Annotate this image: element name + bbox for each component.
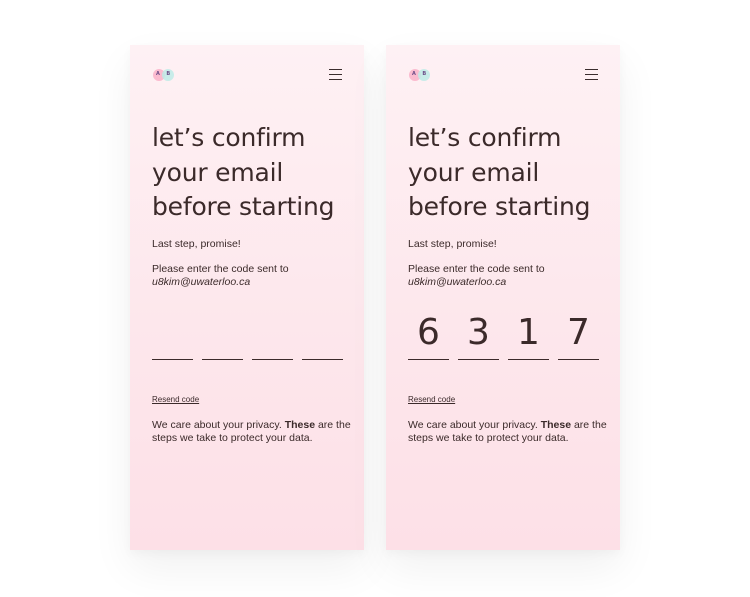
menu-bar-top — [329, 69, 342, 71]
code-instruction: Please enter the code sent to u8kim@uwat… — [408, 263, 545, 288]
subtitle: Last step, promise! — [152, 238, 241, 250]
email-address: u8kim@uwaterloo.ca — [408, 275, 507, 288]
title-line: before starting — [152, 192, 335, 221]
resend-code-link[interactable]: Resend code — [152, 395, 199, 404]
code-digit-2[interactable] — [202, 310, 243, 360]
menu-bar-bottom — [585, 79, 598, 81]
brand-logo[interactable]: A B — [409, 69, 431, 81]
page-title: let’s confirm your email before starting — [152, 121, 352, 225]
resend-code-link[interactable]: Resend code — [408, 395, 455, 404]
verify-email-screen-empty: A B let’s confirm your email before star… — [130, 45, 364, 550]
hamburger-icon[interactable] — [585, 69, 598, 81]
menu-bar-middle — [585, 74, 598, 76]
code-instruction: Please enter the code sent to u8kim@uwat… — [152, 263, 289, 288]
code-digit-3[interactable] — [252, 310, 293, 360]
canvas: A B let’s confirm your email before star… — [0, 0, 750, 597]
title-line: let’s confirm — [152, 123, 306, 152]
verification-code-input: 6 3 1 7 — [408, 310, 599, 360]
privacy-link[interactable]: These — [541, 419, 571, 431]
instruction-text: Please enter the code sent to — [408, 263, 545, 275]
brand-logo[interactable]: A B — [153, 69, 175, 81]
privacy-prefix: We care about your privacy. — [152, 419, 282, 431]
verification-code-input — [152, 310, 343, 360]
title-line: before starting — [408, 192, 591, 221]
title-line: let’s confirm — [408, 123, 562, 152]
logo-text: A B — [412, 71, 429, 77]
code-digit-1[interactable]: 6 — [408, 310, 449, 360]
privacy-link[interactable]: These — [285, 419, 315, 431]
code-digit-1[interactable] — [152, 310, 193, 360]
title-line: your email — [408, 157, 540, 187]
menu-bar-top — [585, 69, 598, 71]
code-digit-4[interactable] — [302, 310, 343, 360]
title-line: your email — [152, 157, 284, 187]
code-digit-4[interactable]: 7 — [558, 310, 599, 360]
privacy-note: We care about your privacy. These are th… — [408, 419, 608, 444]
email-address: u8kim@uwaterloo.ca — [152, 275, 251, 288]
verify-email-screen-filled: A B let’s confirm your email before star… — [386, 45, 620, 550]
privacy-prefix: We care about your privacy. — [408, 419, 538, 431]
logo-text: A B — [156, 71, 173, 77]
menu-bar-middle — [329, 74, 342, 76]
subtitle: Last step, promise! — [408, 238, 497, 250]
instruction-text: Please enter the code sent to — [152, 263, 289, 275]
code-digit-3[interactable]: 1 — [508, 310, 549, 360]
menu-bar-bottom — [329, 79, 342, 81]
privacy-note: We care about your privacy. These are th… — [152, 419, 352, 444]
code-digit-2[interactable]: 3 — [458, 310, 499, 360]
hamburger-icon[interactable] — [329, 69, 342, 81]
page-title: let’s confirm your email before starting — [408, 121, 608, 225]
